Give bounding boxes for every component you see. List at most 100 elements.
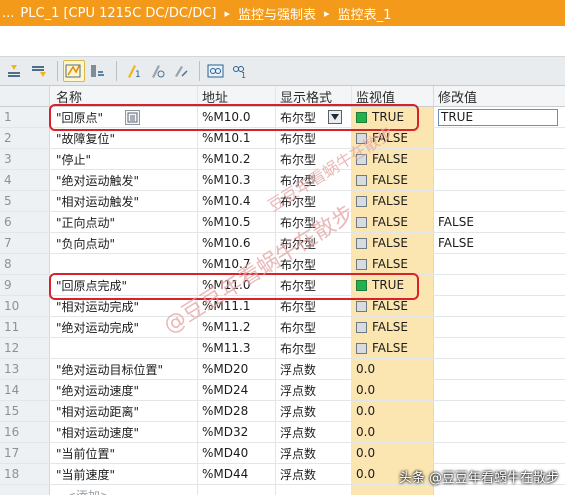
- breadcrumb-plc[interactable]: PLC_1 [CPU 1215C DC/DC/DC]: [20, 6, 216, 21]
- tag-name[interactable]: "回原点": [50, 107, 198, 127]
- chevron-down-icon[interactable]: [328, 110, 343, 124]
- display-format[interactable]: 浮点数: [276, 443, 352, 463]
- tag-address[interactable]: %MD40: [198, 443, 276, 463]
- tag-address[interactable]: %MD20: [198, 359, 276, 379]
- display-format[interactable]: 布尔型: [276, 212, 352, 232]
- display-format[interactable]: 浮点数: [276, 380, 352, 400]
- table-row[interactable]: 14 "绝对运动速度" %MD24 浮点数 0.0: [0, 380, 565, 401]
- tag-address[interactable]: %MD44: [198, 464, 276, 484]
- header-modify[interactable]: 修改值: [434, 86, 565, 106]
- table-row[interactable]: 10 "相对运动完成" %M11.1 布尔型 FALSE: [0, 296, 565, 317]
- modify-value-input[interactable]: TRUE: [438, 108, 558, 126]
- display-format[interactable]: 布尔型: [276, 170, 352, 190]
- modify-value[interactable]: [434, 359, 565, 379]
- add-row-placeholder[interactable]: <添加>: [50, 485, 198, 495]
- breadcrumb-watch-table[interactable]: 监控表_1: [338, 4, 392, 23]
- display-format[interactable]: 布尔型: [276, 317, 352, 337]
- tag-name[interactable]: "相对运动触发": [50, 191, 198, 211]
- tag-name[interactable]: "正向点动": [50, 212, 198, 232]
- modify-value[interactable]: [434, 380, 565, 400]
- display-format[interactable]: 浮点数: [276, 401, 352, 421]
- modify-now-icon[interactable]: 1: [122, 60, 144, 82]
- modify-value[interactable]: FALSE: [434, 212, 565, 232]
- breadcrumb-overflow[interactable]: ...: [2, 6, 14, 21]
- header-monitor[interactable]: 监视值: [352, 86, 434, 106]
- tag-name[interactable]: "相对运动速度": [50, 422, 198, 442]
- tag-name[interactable]: "相对运动完成": [50, 296, 198, 316]
- table-row[interactable]: 4 "绝对运动触发" %M10.3 布尔型 FALSE: [0, 170, 565, 191]
- display-format[interactable]: 布尔型: [276, 107, 352, 127]
- header-address[interactable]: 地址: [198, 86, 276, 106]
- modify-value[interactable]: TRUE: [434, 107, 565, 127]
- modify-value[interactable]: [434, 401, 565, 421]
- display-format[interactable]: 浮点数: [276, 464, 352, 484]
- table-row[interactable]: 11 "绝对运动完成" %M11.2 布尔型 FALSE: [0, 317, 565, 338]
- modify-value[interactable]: [434, 254, 565, 274]
- tag-address[interactable]: %M10.3: [198, 170, 276, 190]
- header-format[interactable]: 显示格式: [276, 86, 352, 106]
- display-format[interactable]: 浮点数: [276, 422, 352, 442]
- enable-periphery-icon[interactable]: [170, 60, 192, 82]
- modify-value[interactable]: [434, 422, 565, 442]
- tag-name[interactable]: "绝对运动速度": [50, 380, 198, 400]
- table-row[interactable]: 7 "负向点动" %M10.6 布尔型 FALSE FALSE: [0, 233, 565, 254]
- display-format[interactable]: 布尔型: [276, 233, 352, 253]
- breadcrumb-watch-force-tables[interactable]: 监控与强制表: [238, 4, 316, 23]
- insert-row-icon[interactable]: [4, 60, 26, 82]
- tag-name[interactable]: "当前位置": [50, 443, 198, 463]
- display-format[interactable]: 布尔型: [276, 275, 352, 295]
- modify-value[interactable]: [434, 170, 565, 190]
- tag-address[interactable]: %MD24: [198, 380, 276, 400]
- tag-address[interactable]: %M11.3: [198, 338, 276, 358]
- tag-address[interactable]: %M10.2: [198, 149, 276, 169]
- table-row[interactable]: 16 "相对运动速度" %MD32 浮点数 0.0: [0, 422, 565, 443]
- table-row[interactable]: 5 "相对运动触发" %M10.4 布尔型 FALSE: [0, 191, 565, 212]
- table-row[interactable]: 15 "相对运动距离" %MD28 浮点数 0.0: [0, 401, 565, 422]
- tag-address[interactable]: %M10.5: [198, 212, 276, 232]
- tag-name[interactable]: [50, 254, 198, 274]
- display-format[interactable]: 布尔型: [276, 191, 352, 211]
- display-format[interactable]: 布尔型: [276, 254, 352, 274]
- monitor-toggle-icon[interactable]: [63, 60, 85, 82]
- table-row[interactable]: 8 %M10.7 布尔型 FALSE: [0, 254, 565, 275]
- modify-value[interactable]: FALSE: [434, 233, 565, 253]
- modify-value[interactable]: [434, 275, 565, 295]
- tag-name[interactable]: "停止": [50, 149, 198, 169]
- header-name[interactable]: 名称: [50, 86, 198, 106]
- tag-address[interactable]: %M10.4: [198, 191, 276, 211]
- table-row[interactable]: 2 "故障复位" %M10.1 布尔型 FALSE: [0, 128, 565, 149]
- table-row[interactable]: 9 "回原点完成" %M11.0 布尔型 TRUE: [0, 275, 565, 296]
- modify-value[interactable]: [434, 191, 565, 211]
- display-format[interactable]: 布尔型: [276, 296, 352, 316]
- modify-trigger-icon[interactable]: [146, 60, 168, 82]
- modify-value[interactable]: [434, 317, 565, 337]
- tag-name[interactable]: "负向点动": [50, 233, 198, 253]
- modify-value[interactable]: [434, 338, 565, 358]
- tag-address[interactable]: %M10.0: [198, 107, 276, 127]
- tag-address[interactable]: %M11.1: [198, 296, 276, 316]
- display-format[interactable]: 浮点数: [276, 359, 352, 379]
- tag-name[interactable]: "回原点完成": [50, 275, 198, 295]
- modify-value[interactable]: [434, 149, 565, 169]
- table-row[interactable]: 13 "绝对运动目标位置" %MD20 浮点数 0.0: [0, 359, 565, 380]
- tag-address[interactable]: %M10.7: [198, 254, 276, 274]
- display-format[interactable]: 布尔型: [276, 128, 352, 148]
- table-row[interactable]: 3 "停止" %M10.2 布尔型 FALSE: [0, 149, 565, 170]
- table-row[interactable]: 12 %M11.3 布尔型 FALSE: [0, 338, 565, 359]
- tag-name[interactable]: "绝对运动目标位置": [50, 359, 198, 379]
- table-row[interactable]: 6 "正向点动" %M10.5 布尔型 FALSE FALSE: [0, 212, 565, 233]
- table-row-add[interactable]: <添加>: [0, 485, 565, 495]
- monitor-all-icon[interactable]: [205, 60, 227, 82]
- tag-name[interactable]: [50, 338, 198, 358]
- tag-name[interactable]: "故障复位": [50, 128, 198, 148]
- display-format[interactable]: 布尔型: [276, 338, 352, 358]
- tag-address[interactable]: %MD28: [198, 401, 276, 421]
- monitor-once-icon[interactable]: 1: [229, 60, 251, 82]
- tag-name[interactable]: "绝对运动完成": [50, 317, 198, 337]
- modify-value[interactable]: [434, 128, 565, 148]
- tag-address[interactable]: %M11.0: [198, 275, 276, 295]
- display-format[interactable]: 布尔型: [276, 149, 352, 169]
- table-row[interactable]: 17 "当前位置" %MD40 浮点数 0.0: [0, 443, 565, 464]
- tag-address[interactable]: %M11.2: [198, 317, 276, 337]
- display-format-icon[interactable]: [87, 60, 109, 82]
